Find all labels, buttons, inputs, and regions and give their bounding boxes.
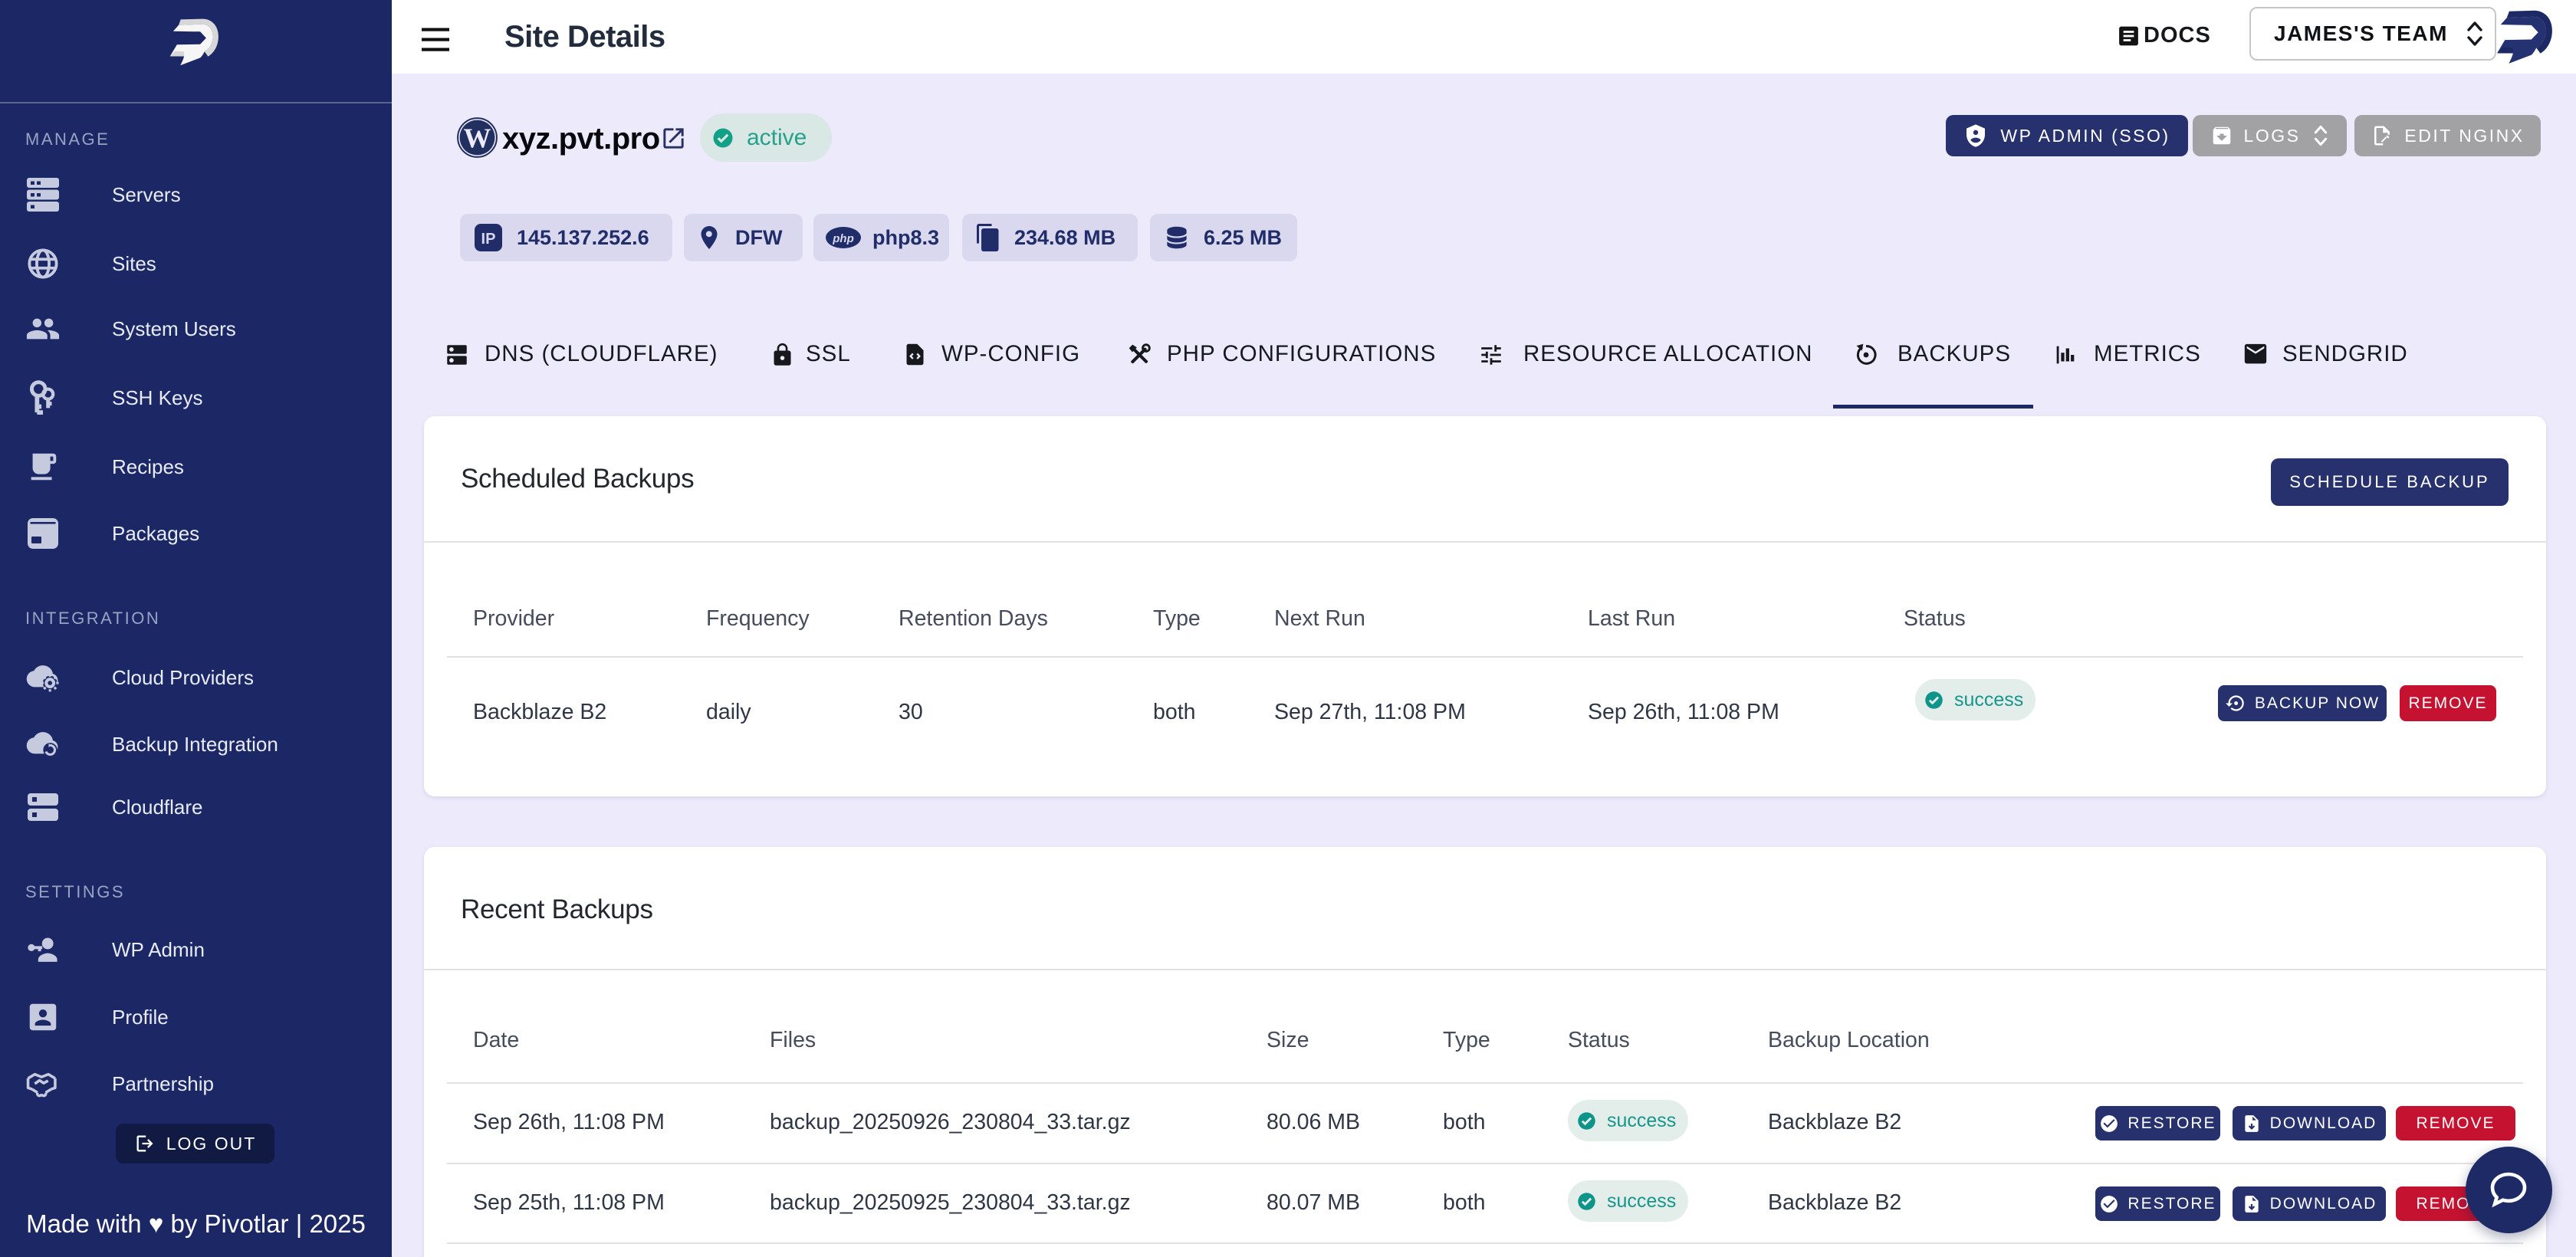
svg-text:W: W xyxy=(464,123,491,153)
svg-text:php: php xyxy=(832,232,854,245)
svg-text:IP: IP xyxy=(481,231,496,248)
